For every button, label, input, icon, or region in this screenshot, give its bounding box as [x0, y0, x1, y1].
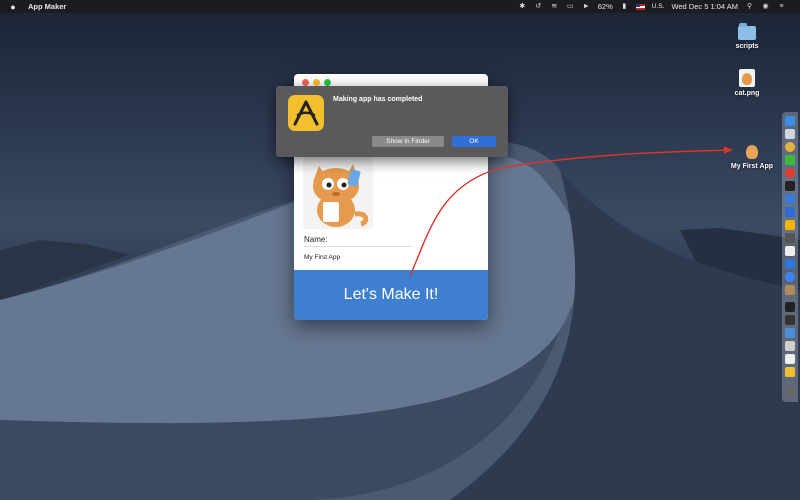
wifi-icon[interactable]: ≋: [550, 3, 559, 11]
cat-illustration: [313, 164, 369, 227]
status-area: ✱ ↺ ≋ ▭ ► 62% ▮ U.S. Wed Dec 5 1:04 AM ⚲…: [518, 2, 786, 11]
code-editor-icon[interactable]: [785, 207, 795, 217]
cat-image-dropzone[interactable]: [303, 154, 373, 229]
desktop-item-label: scripts: [735, 43, 759, 50]
document-icon[interactable]: [785, 246, 795, 256]
clock[interactable]: Wed Dec 5 1:04 AM: [671, 2, 738, 11]
show-in-finder-button[interactable]: Show In Finder: [372, 136, 444, 147]
app-maker-icon: [288, 95, 324, 131]
search-icon[interactable]: ⚲: [745, 3, 754, 11]
disk-utility-icon[interactable]: [785, 341, 795, 351]
flag-icon[interactable]: [635, 3, 645, 10]
image-file-icon: [739, 69, 755, 87]
time-machine-icon[interactable]: ↺: [534, 3, 543, 11]
github-icon[interactable]: [785, 233, 795, 243]
user-icon[interactable]: ◉: [761, 3, 770, 11]
desktop-item-my-first-app[interactable]: My First App: [727, 142, 777, 170]
window-controls: [302, 79, 331, 86]
app-store-icon[interactable]: [785, 272, 795, 282]
battery-percent[interactable]: 62%: [598, 2, 613, 11]
maps-icon[interactable]: [785, 259, 795, 269]
menu-icon[interactable]: ≡: [777, 3, 786, 11]
preview-icon[interactable]: [785, 328, 795, 338]
wechat-icon[interactable]: [785, 155, 795, 165]
app-icon[interactable]: [785, 194, 795, 204]
input-source-label[interactable]: U.S.: [652, 3, 665, 10]
ok-button[interactable]: OK: [452, 136, 496, 147]
desktop-item-cat-png[interactable]: cat.png: [722, 69, 772, 97]
alert-message: Making app has completed: [333, 96, 423, 103]
close-icon[interactable]: [302, 79, 309, 86]
terminal-icon[interactable]: [785, 302, 795, 312]
battery-icon[interactable]: ▮: [620, 3, 629, 11]
finder-icon[interactable]: [785, 116, 795, 126]
qq-icon[interactable]: [785, 181, 795, 191]
textedit-icon[interactable]: [785, 354, 795, 364]
sketch-icon[interactable]: [785, 220, 795, 230]
chrome-icon[interactable]: [785, 142, 795, 152]
app-name-input[interactable]: [304, 246, 412, 264]
apple-icon[interactable]: ●: [4, 2, 22, 12]
launchpad-icon[interactable]: [785, 129, 795, 139]
menu-bar: ● App Maker ✱ ↺ ≋ ▭ ► 62% ▮ U.S. Wed Dec…: [0, 0, 800, 13]
desktop-item-scripts[interactable]: scripts: [722, 23, 772, 50]
make-app-button[interactable]: Let's Make It!: [294, 270, 488, 320]
folder-icon: [738, 23, 756, 40]
folder-app-icon[interactable]: [785, 285, 795, 295]
desktop-item-label: My First App: [730, 163, 774, 170]
zoom-icon[interactable]: [324, 79, 331, 86]
trash-icon[interactable]: [785, 386, 795, 396]
completion-alert: Making app has completed Show In Finder …: [276, 86, 508, 157]
airplay-icon[interactable]: ▭: [566, 3, 575, 11]
activity-monitor-icon[interactable]: [785, 315, 795, 325]
bluetooth-icon[interactable]: ✱: [518, 3, 527, 11]
weibo-icon[interactable]: [785, 168, 795, 178]
app-maker-dock-icon[interactable]: [785, 367, 795, 377]
desktop-item-label: cat.png: [734, 90, 760, 97]
name-label: Name:: [304, 235, 328, 244]
cat-app-icon: [743, 142, 761, 160]
minimize-icon[interactable]: [313, 79, 320, 86]
volume-icon[interactable]: ►: [582, 3, 591, 11]
app-name-menu[interactable]: App Maker: [28, 2, 66, 11]
dock: [782, 112, 798, 402]
